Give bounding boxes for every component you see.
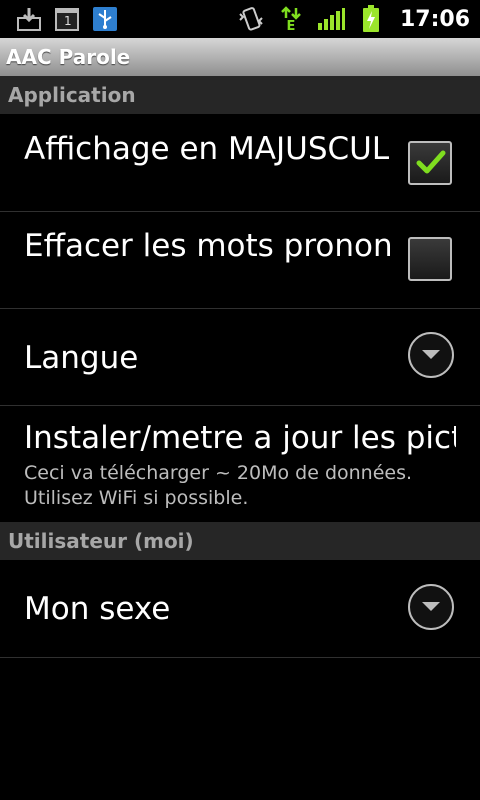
pref-clear-spoken-words[interactable]: Effacer les mots prononcés (0, 212, 480, 309)
pref-title: Langue (24, 340, 139, 376)
gender-dropdown[interactable] (408, 584, 454, 630)
battery-charging-icon (356, 4, 386, 34)
usb-icon (90, 4, 120, 34)
signal-icon (316, 4, 346, 34)
pref-install-pictograms[interactable]: Instaler/metre a jour les pictos Ceci va… (0, 406, 480, 522)
pref-title: Mon sexe (24, 591, 171, 627)
uppercase-checkbox[interactable] (408, 141, 452, 185)
vibrate-icon (236, 4, 266, 34)
network-type-label: E (286, 18, 296, 34)
category-header-application: Application (0, 76, 480, 114)
language-dropdown[interactable] (408, 332, 454, 378)
download-icon (14, 4, 44, 34)
checkmark-icon (416, 150, 446, 174)
chevron-down-icon (422, 350, 440, 359)
category-header-label: Utilisateur (moi) (8, 529, 194, 553)
category-header-user: Utilisateur (moi) (0, 522, 480, 560)
pref-title: Affichage en MAJUSCULES (24, 131, 390, 167)
chevron-down-icon (422, 602, 440, 611)
pref-gender[interactable]: Mon sexe (0, 560, 480, 658)
app-title-bar: AAC Parole (0, 38, 480, 76)
pref-summary: Ceci va télécharger ~ 20Mo de données. U… (24, 462, 413, 509)
pref-title: Instaler/metre a jour les pictos (24, 420, 456, 456)
clear-words-checkbox[interactable] (408, 237, 452, 281)
pref-language[interactable]: Langue (0, 309, 480, 406)
category-header-label: Application (8, 83, 136, 107)
notification-count: 1 (64, 14, 72, 28)
pref-title: Effacer les mots prononcés (24, 228, 390, 264)
data-transfer-icon: E (276, 4, 306, 34)
app-title: AAC Parole (6, 45, 131, 69)
status-clock: 17:06 (399, 6, 470, 32)
pref-uppercase-display[interactable]: Affichage en MAJUSCULES (0, 114, 480, 212)
status-bar: 1 E 17:06 (0, 0, 480, 38)
calendar-icon: 1 (52, 4, 82, 34)
